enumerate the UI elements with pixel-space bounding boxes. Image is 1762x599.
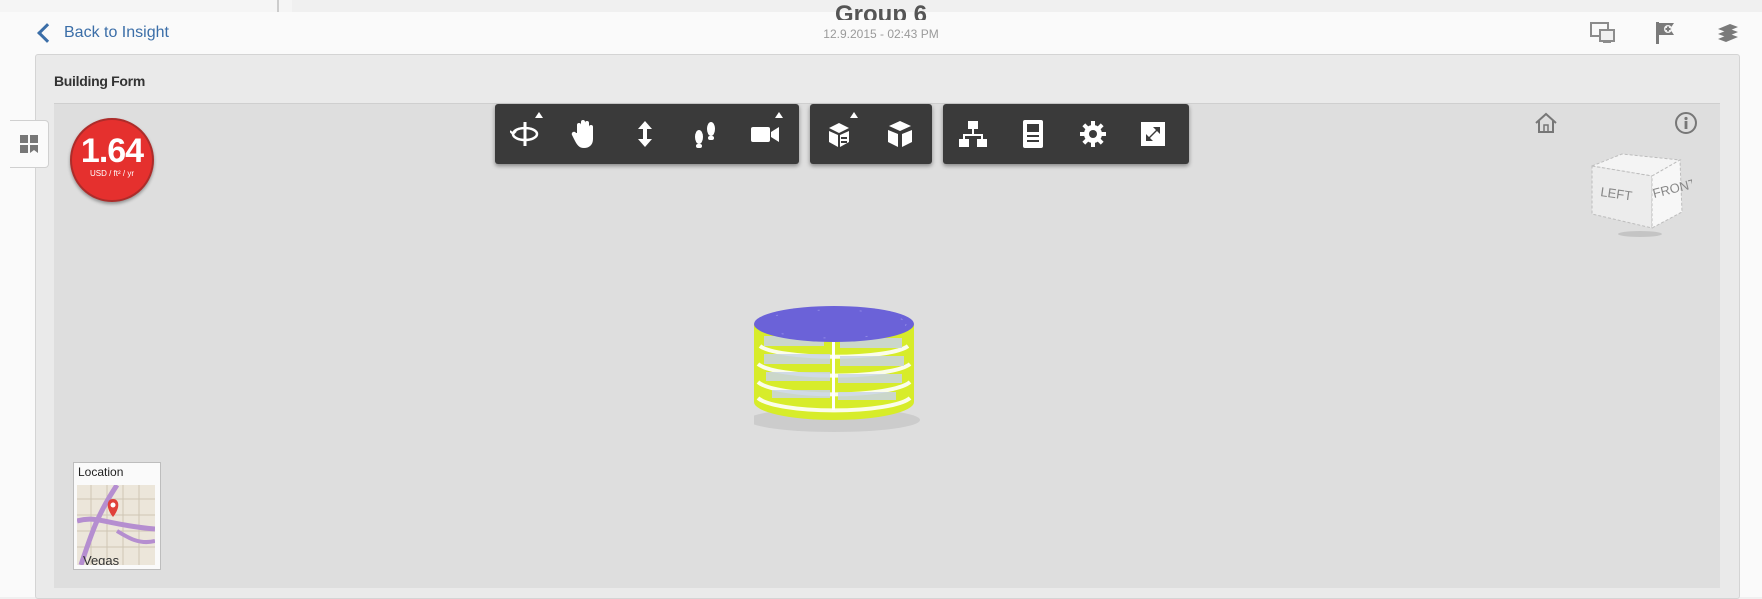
explode-model-icon — [829, 123, 849, 147]
view-cube[interactable]: LEFT FRONT — [1582, 146, 1698, 246]
settings-button[interactable] — [1063, 104, 1123, 164]
settings-toolbar — [943, 104, 1189, 164]
structure-button[interactable] — [943, 104, 1003, 164]
3d-viewer[interactable]: 1.64 USD / ft² / yr LEFT FRONT Location … — [54, 103, 1720, 588]
structure-icon — [959, 121, 987, 147]
explode-button[interactable] — [810, 104, 870, 164]
walk-icon — [695, 122, 715, 148]
cost-value: 1.64 — [80, 132, 144, 170]
page-title: Group 6 — [834, 1, 927, 20]
home-view-icon[interactable] — [1532, 110, 1560, 136]
location-label: Location — [78, 465, 124, 479]
walk-button[interactable] — [675, 104, 735, 164]
cost-badge: 1.64 USD / ft² / yr — [70, 118, 154, 202]
location-widget[interactable]: Location Vegas — [73, 462, 161, 570]
panel-grid-icon — [20, 135, 38, 153]
model-toolbar — [810, 104, 932, 164]
fullscreen-icon — [1141, 122, 1165, 146]
camera-button[interactable] — [735, 104, 795, 164]
location-map-label: Vegas — [83, 553, 120, 565]
cost-unit: USD / ft² / yr — [90, 169, 134, 178]
settings-icon — [1080, 121, 1106, 147]
flag-add-icon[interactable] — [1652, 20, 1680, 46]
properties-button[interactable] — [1003, 104, 1063, 164]
info-icon[interactable] — [1672, 110, 1700, 136]
location-map[interactable]: Vegas — [77, 485, 155, 565]
building-model[interactable] — [748, 294, 934, 434]
header: Group 6 12.9.2015 - 02:43 PM Back to Ins… — [0, 1, 1762, 54]
model-browser-button[interactable] — [870, 104, 930, 164]
orbit-icon — [510, 122, 539, 146]
navigation-toolbar — [495, 104, 799, 164]
compare-views-icon[interactable] — [1590, 20, 1618, 46]
pan-button[interactable] — [555, 104, 615, 164]
chevron-left-icon — [37, 23, 57, 43]
main-panel: Group 6 12.9.2015 - 02:43 PM Back to Ins… — [0, 1, 1762, 599]
orbit-button[interactable] — [495, 104, 555, 164]
camera-icon — [751, 127, 779, 142]
card-title: Building Form — [54, 73, 145, 89]
back-to-insight-link[interactable]: Back to Insight — [36, 20, 169, 46]
layers-icon[interactable] — [1714, 20, 1742, 46]
header-actions — [1590, 20, 1742, 46]
side-panel-toggle[interactable] — [10, 120, 49, 168]
zoom-button[interactable] — [615, 104, 675, 164]
properties-icon — [1023, 120, 1043, 148]
building-form-card: Building Form 1.64 USD / ft² / yr LEFT F… — [35, 54, 1740, 599]
zoom-icon — [638, 121, 652, 147]
fullscreen-button[interactable] — [1123, 104, 1183, 164]
pan-hand-icon — [571, 120, 593, 148]
model-browser-icon — [888, 121, 912, 147]
back-link-label: Back to Insight — [64, 24, 169, 41]
page-date: 12.9.2015 - 02:43 PM — [823, 27, 939, 41]
